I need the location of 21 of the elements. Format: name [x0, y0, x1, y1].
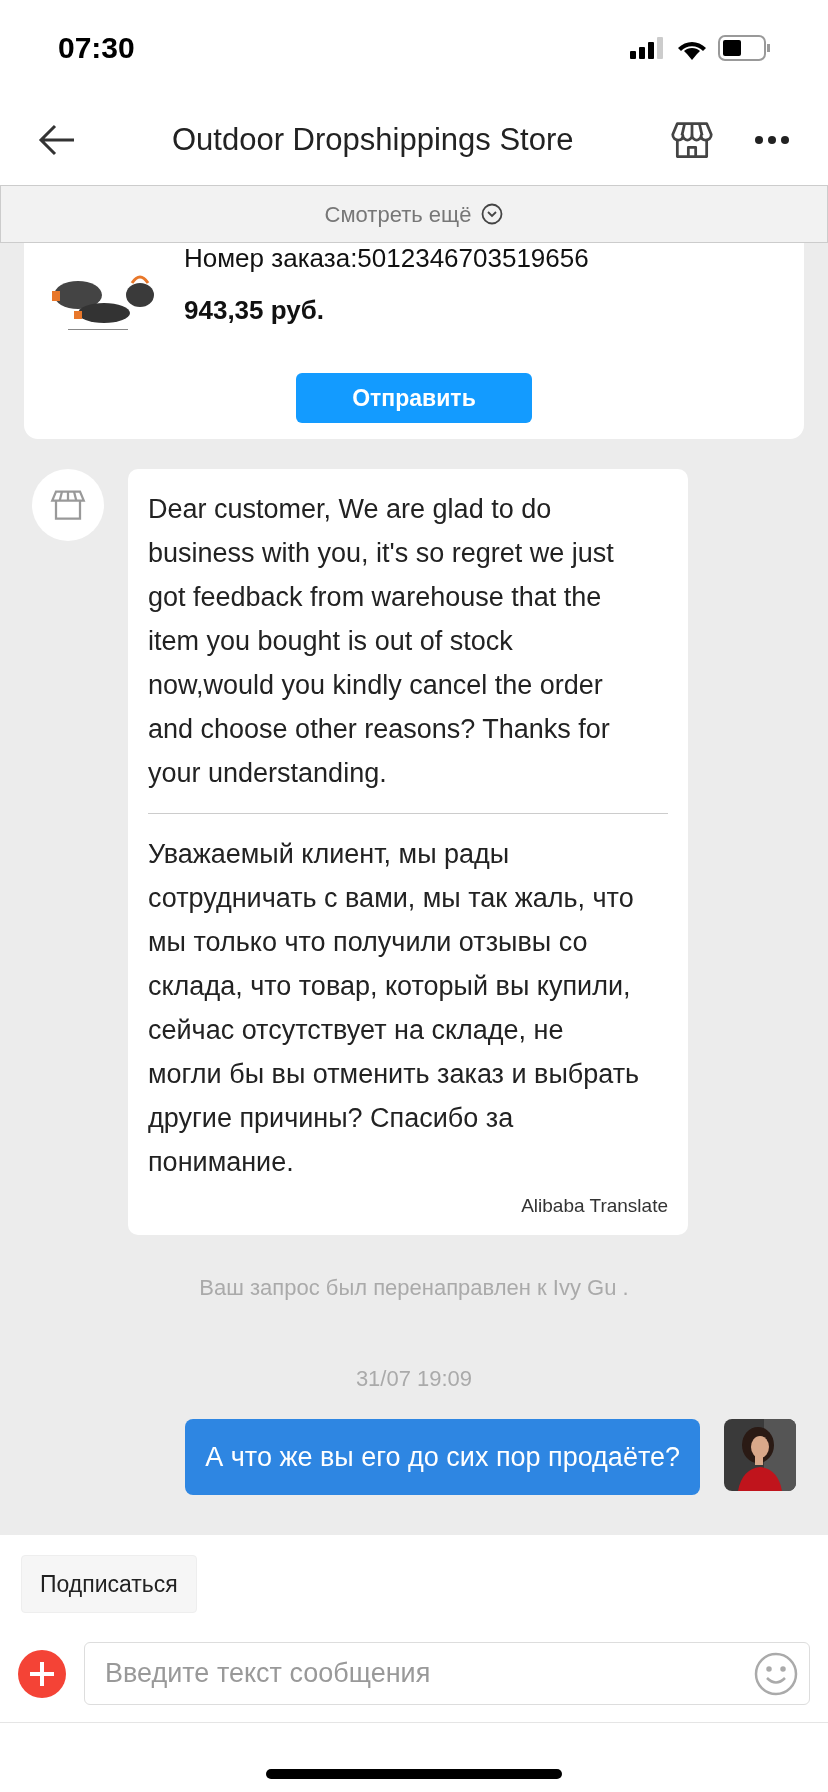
send-button[interactable]: Отправить [296, 373, 532, 423]
order-price: 943,35 руб. [184, 294, 326, 327]
store-icon [50, 487, 86, 523]
battery-icon [718, 34, 770, 61]
subscribe-button[interactable]: Подписаться [21, 1555, 197, 1613]
chevron-down-icon [481, 203, 504, 225]
message-input[interactable]: Введите текст сообщения [84, 1642, 810, 1705]
message-text: Dear customer, We are glad to do business with you, it's so regret we just got feedback from warehouse that the item you bought is out of stock now,would you kindly cancel the order and choose other reasons? Thanks for your understanding. [148, 493, 615, 790]
window-title: Outdoor Dropshippings Store [172, 120, 575, 159]
translator-label: Alibaba Translate [521, 1194, 668, 1218]
order-number: Номер заказа:5012346703519656 [184, 243, 589, 273]
more-icon[interactable] [754, 135, 790, 145]
see-more-button[interactable]: Смотреть ещё [0, 185, 828, 243]
message-text: А что же вы его до сих пор продаёте? [205, 1441, 680, 1472]
signal-icon [630, 36, 666, 59]
timestamp: 31/07 19:09 [355, 1364, 473, 1393]
status-time: 07:30 [58, 30, 135, 66]
translated-text: Уважаемый клиент, мы рады сотрудничать с вами, мы так жаль, что мы только что получили отзывы со склада, что товар, который вы купили, сейчас отсутствует на складе, не могли бы вы отменить заказ и выбрать другие причины? Спасибо за понимание. [148, 838, 641, 1179]
add-icon[interactable] [18, 1649, 66, 1698]
system-notice: Ваш запрос был перенаправлен к Ivy Gu . [199, 1273, 629, 1302]
back-icon[interactable] [38, 124, 76, 156]
